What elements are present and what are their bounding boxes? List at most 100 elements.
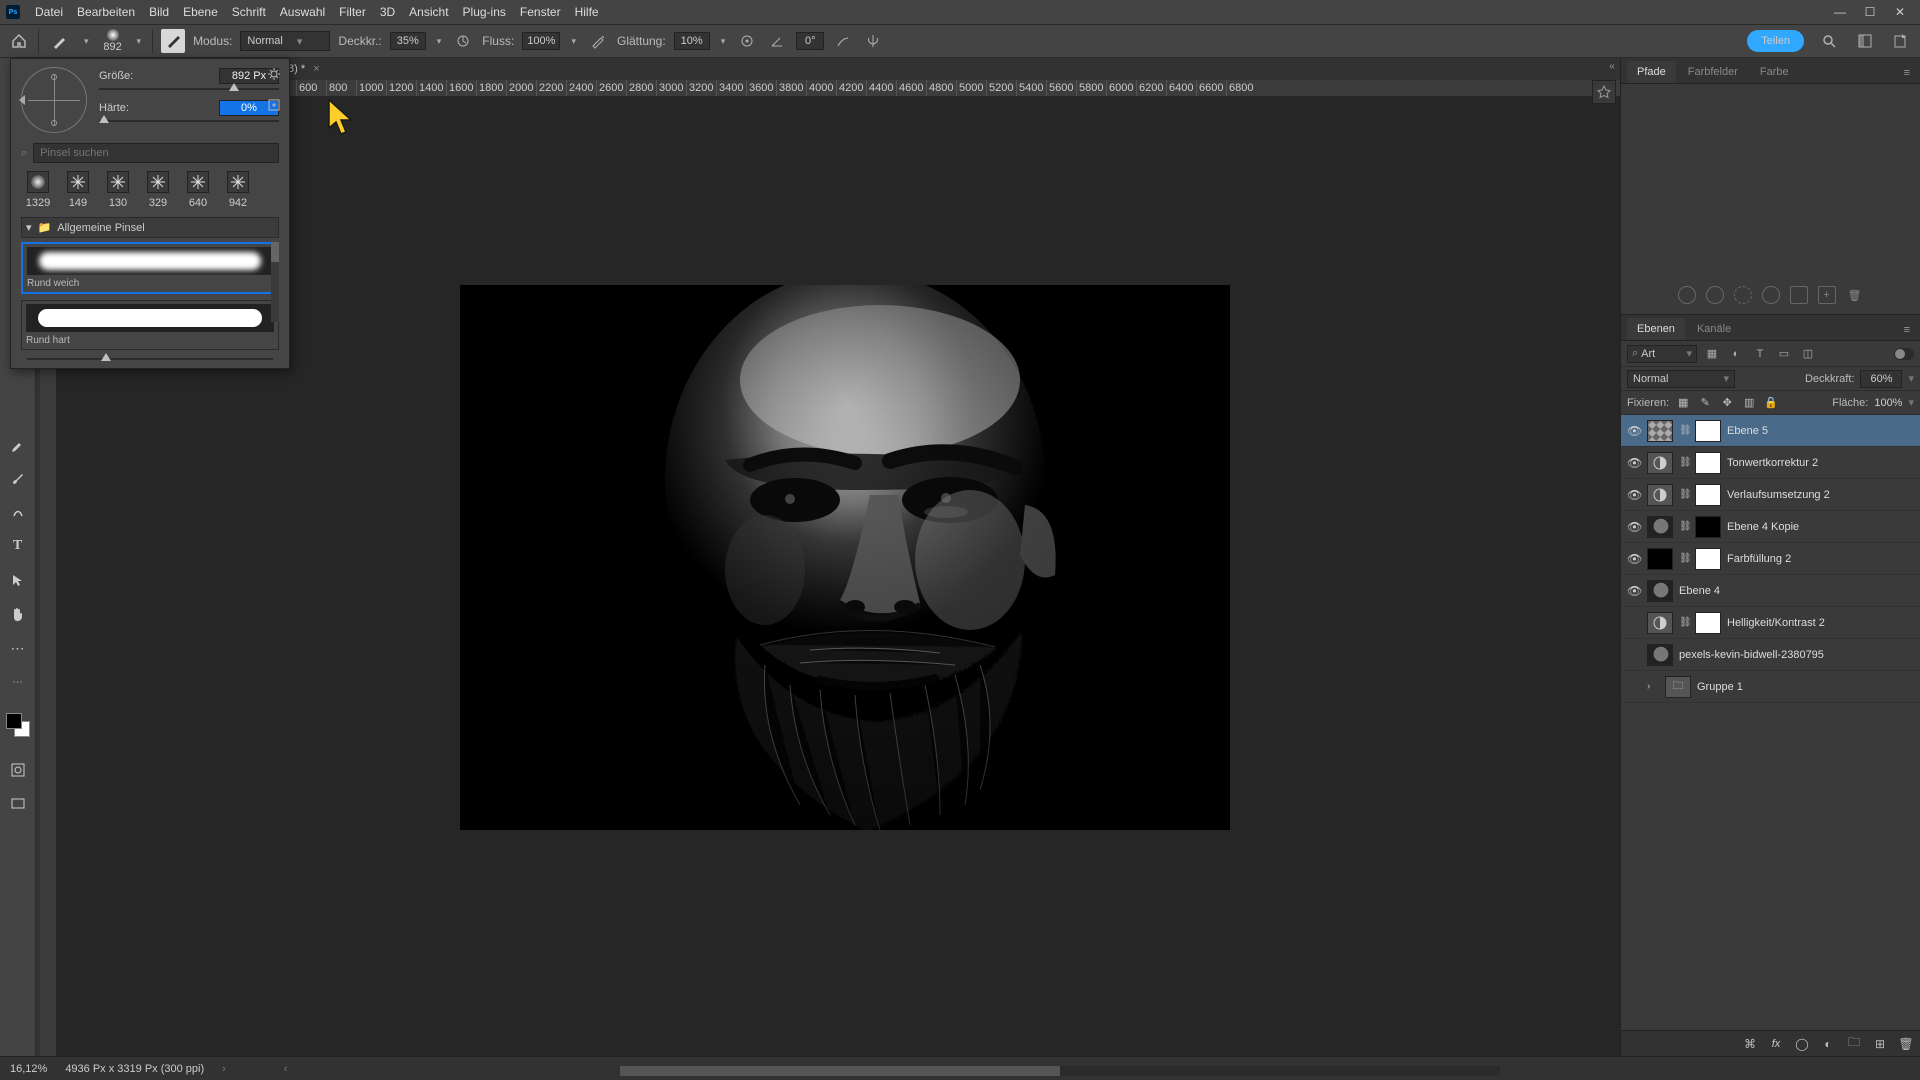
lock-position-icon[interactable]: ✥ [1719, 395, 1735, 411]
brush-preview[interactable]: 892 [100, 28, 126, 54]
brush-preset[interactable]: 942 [223, 171, 253, 209]
layer-row[interactable]: 👁 Ebene 4 [1621, 575, 1920, 607]
brush-item-hard-round[interactable]: Rund hart [21, 300, 279, 350]
selection-from-path-icon[interactable] [1734, 286, 1752, 304]
home-icon[interactable] [8, 30, 30, 52]
brush-preset[interactable]: 329 [143, 171, 173, 209]
pressure-size-icon[interactable] [832, 30, 854, 52]
layer-mask-thumbnail[interactable] [1695, 484, 1721, 506]
layer-thumbnail[interactable] [1647, 484, 1673, 506]
lock-nested-icon[interactable]: ▥ [1741, 395, 1757, 411]
artboard[interactable] [460, 285, 1230, 830]
opacity-field[interactable]: 35% [390, 32, 426, 50]
fill-path-icon[interactable] [1678, 286, 1696, 304]
maximize-button[interactable]: ☐ [1856, 3, 1884, 21]
tab-paths[interactable]: Pfade [1627, 61, 1676, 83]
edit-toolbar-icon[interactable]: ⋯ [7, 671, 29, 693]
stroke-path-icon[interactable] [1706, 286, 1724, 304]
smoothing-field[interactable]: 10% [674, 32, 710, 50]
menu-datei[interactable]: Datei [28, 2, 70, 22]
pressure-opacity-icon[interactable] [452, 30, 474, 52]
close-tab-icon[interactable]: × [313, 63, 319, 75]
layer-name[interactable]: Ebene 4 [1679, 585, 1914, 597]
export-icon[interactable] [1890, 30, 1912, 52]
menu-ansicht[interactable]: Ansicht [402, 2, 455, 22]
clone-stamp-tool-icon[interactable] [7, 501, 29, 523]
menu-hilfe[interactable]: Hilfe [568, 2, 606, 22]
hand-tool-icon[interactable] [7, 603, 29, 625]
eyedropper-tool-icon[interactable] [7, 433, 29, 455]
menu-plug-ins[interactable]: Plug-ins [456, 2, 513, 22]
link-icon[interactable]: ⛓ [1679, 521, 1689, 532]
panel-menu-icon[interactable]: ≡ [1900, 63, 1914, 83]
chevron-down-icon[interactable]: ▾ [81, 36, 92, 47]
gear-icon[interactable] [267, 67, 281, 84]
path-select-tool-icon[interactable] [7, 569, 29, 591]
layer-name[interactable]: Ebene 5 [1727, 425, 1914, 437]
layer-filter-kind[interactable]: ⌕ Art ▾ [1627, 345, 1697, 363]
layer-opacity-field[interactable]: 60% [1860, 370, 1902, 388]
link-icon[interactable]: ⛓ [1679, 617, 1689, 628]
chevron-left-icon[interactable]: ‹ [284, 1063, 288, 1075]
layer-name[interactable]: Ebene 4 Kopie [1727, 521, 1914, 533]
layer-thumbnail[interactable] [1647, 420, 1673, 442]
filter-shape-icon[interactable]: ▭ [1775, 345, 1793, 363]
layer-mask-thumbnail[interactable] [1695, 420, 1721, 442]
brush-preset[interactable]: 130 [103, 171, 133, 209]
chevron-down-icon[interactable]: ▾ [718, 36, 729, 47]
layer-thumbnail[interactable] [1647, 548, 1673, 570]
menu-fenster[interactable]: Fenster [513, 2, 568, 22]
new-layer-icon[interactable]: ⊞ [1872, 1036, 1888, 1052]
collapse-panels-icon[interactable]: « [1604, 58, 1620, 74]
tab-channels[interactable]: Kanäle [1687, 318, 1741, 340]
layer-name[interactable]: Tonwertkorrektur 2 [1727, 457, 1914, 469]
visibility-icon[interactable]: 👁 [1627, 584, 1641, 598]
layer-name[interactable]: Farbfüllung 2 [1727, 553, 1914, 565]
brush-preset[interactable]: 640 [183, 171, 213, 209]
brush-preset[interactable]: 1329 [23, 171, 53, 209]
smoothing-options-icon[interactable] [736, 30, 758, 52]
menu-bearbeiten[interactable]: Bearbeiten [70, 2, 142, 22]
scrollbar[interactable] [271, 242, 279, 322]
menu-auswahl[interactable]: Auswahl [273, 2, 332, 22]
link-icon[interactable]: ⛓ [1679, 553, 1689, 564]
color-swatches[interactable] [6, 713, 30, 737]
lock-all-icon[interactable]: 🔒 [1763, 395, 1779, 411]
layer-thumbnail[interactable] [1647, 580, 1673, 602]
layer-mask-thumbnail[interactable] [1695, 452, 1721, 474]
lock-transparency-icon[interactable]: ▦ [1675, 395, 1691, 411]
brush-group-header[interactable]: ▾ 📁 Allgemeine Pinsel [21, 217, 279, 238]
chevron-down-icon[interactable]: ▾ [134, 36, 145, 47]
text-tool-icon[interactable]: T [7, 535, 29, 557]
menu-filter[interactable]: Filter [332, 2, 373, 22]
blend-mode-dropdown[interactable]: Normal▾ [240, 31, 330, 51]
delete-path-icon[interactable]: 🗑 [1846, 286, 1864, 304]
menu-schrift[interactable]: Schrift [225, 2, 273, 22]
layer-row[interactable]: 👁 ⛓ Ebene 4 Kopie [1621, 511, 1920, 543]
layer-row[interactable]: pexels-kevin-bidwell-2380795 [1621, 639, 1920, 671]
lock-image-icon[interactable]: ✎ [1697, 395, 1713, 411]
layer-fx-icon[interactable]: fx [1768, 1036, 1784, 1052]
close-button[interactable]: ✕ [1886, 3, 1914, 21]
chevron-down-icon[interactable]: ▾ [568, 36, 579, 47]
link-layers-icon[interactable]: ⌘ [1742, 1036, 1758, 1052]
visibility-icon[interactable]: 👁 [1627, 520, 1641, 534]
chevron-right-icon[interactable]: › [222, 1063, 226, 1075]
visibility-icon[interactable]: 👁 [1627, 552, 1641, 566]
zoom-level[interactable]: 16,12% [10, 1063, 47, 1075]
layer-blend-dropdown[interactable]: Normal▾ [1627, 370, 1735, 388]
brush-item-soft-round[interactable]: Rund weich [21, 242, 279, 294]
filter-smart-icon[interactable]: ◫ [1799, 345, 1817, 363]
link-icon[interactable]: ⛓ [1679, 489, 1689, 500]
filter-toggle[interactable] [1894, 348, 1914, 360]
tab-layers[interactable]: Ebenen [1627, 318, 1685, 340]
tool-preset-icon[interactable] [47, 28, 73, 54]
layer-mask-thumbnail[interactable] [1695, 548, 1721, 570]
brush-search-input[interactable] [33, 143, 279, 163]
minimize-button[interactable]: — [1826, 3, 1854, 21]
brush-tool-icon[interactable] [7, 467, 29, 489]
visibility-icon[interactable]: 👁 [1627, 456, 1641, 470]
search-icon[interactable] [1818, 30, 1840, 52]
horizontal-scrollbar[interactable] [620, 1066, 1500, 1076]
layer-row[interactable]: ›🗀Gruppe 1 [1621, 671, 1920, 703]
